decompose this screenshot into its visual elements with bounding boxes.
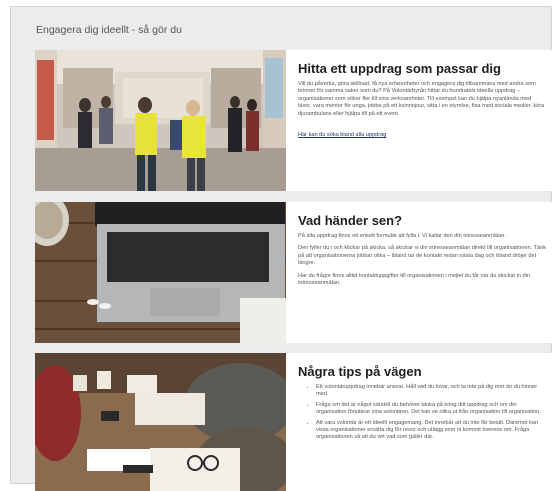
card-what-happens-next: Vad händer sen? På alla uppdrag finns et… xyxy=(35,202,556,343)
content-frame: Engagera dig ideellt - så gör du Hitta e… xyxy=(10,6,556,491)
search-assignments-link[interactable]: Här kan du söka bland alla uppdrag xyxy=(298,132,386,138)
list-item: Ett volontäruppdrag innebär ansvar. Håll… xyxy=(316,384,546,399)
list-item: Att vara volontär är ett ideellt engagem… xyxy=(316,420,546,442)
card-tips: Några tips på vägen Ett volontäruppdrag … xyxy=(35,353,556,491)
card-heading: Vad händer sen? xyxy=(298,213,403,228)
card-paragraph: Har du frågor finns alltid kontaktuppgif… xyxy=(298,272,530,287)
section-title: Engagera dig ideellt - så gör du xyxy=(36,24,182,36)
card-find-assignment: Hitta ett uppdrag som passar dig Vill du… xyxy=(35,50,556,191)
list-item: Fråga om det är något särskilt du behöve… xyxy=(316,402,546,417)
card-heading: Några tips på vägen xyxy=(298,364,422,379)
card-paragraph: På alla uppdrag finns ett enkelt formulä… xyxy=(298,233,506,239)
volunteers-mall-photo xyxy=(35,50,286,191)
card-paragraph: Vill du påverka, göra skillnad, få nya e… xyxy=(298,81,545,117)
laptop-desk-photo xyxy=(35,202,286,343)
card-paragraph: Den fyller du i och klickar på skicka, s… xyxy=(298,245,546,267)
card-heading: Hitta ett uppdrag som passar dig xyxy=(298,61,501,76)
tips-list: Ett volontäruppdrag innebär ansvar. Håll… xyxy=(298,384,546,442)
meeting-table-photo xyxy=(35,353,286,491)
